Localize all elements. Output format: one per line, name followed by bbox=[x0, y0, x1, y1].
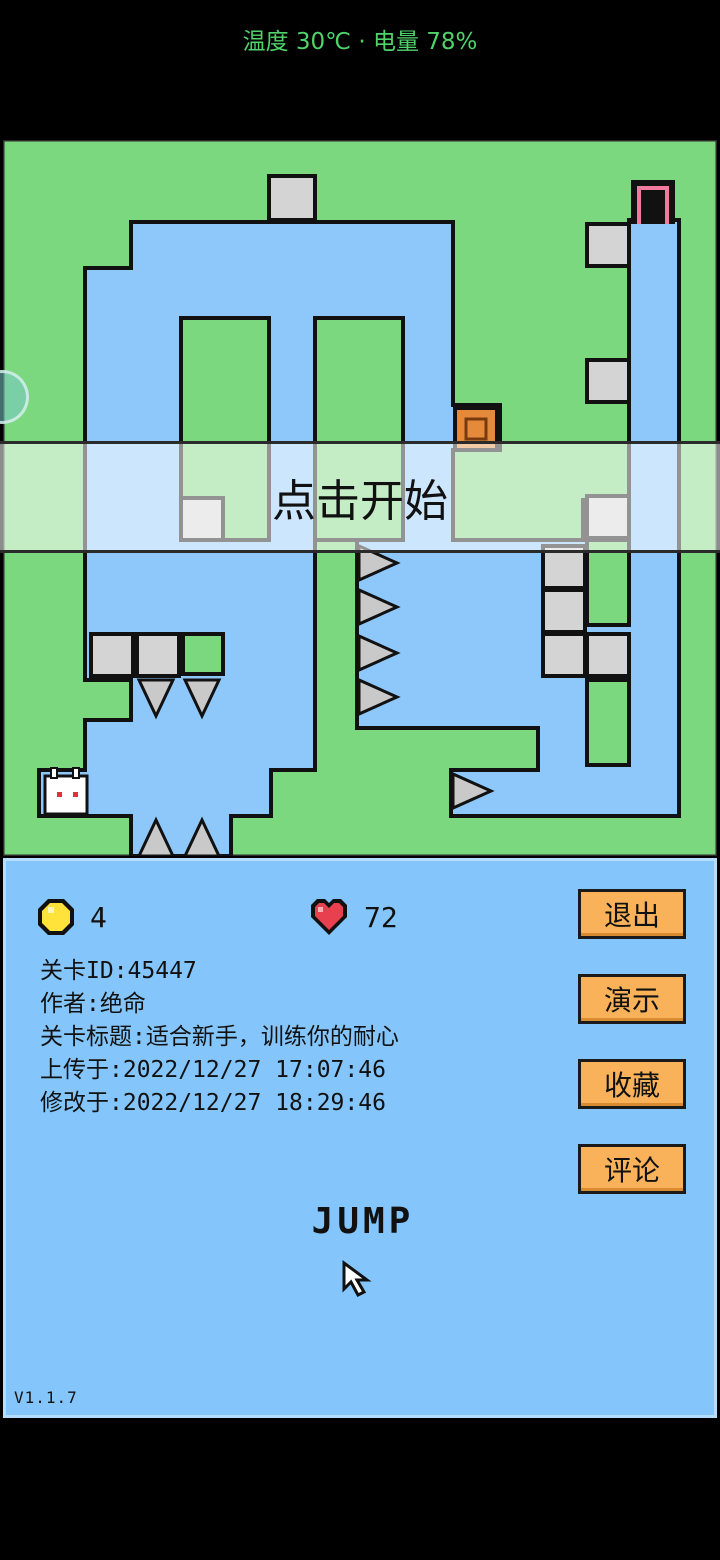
jump-button[interactable]: JUMP bbox=[6, 1201, 720, 1242]
comment-button[interactable]: 评论 bbox=[578, 1144, 686, 1194]
demo-button[interactable]: 演示 bbox=[578, 974, 686, 1024]
pointer-icon bbox=[342, 1260, 372, 1297]
grass-island bbox=[585, 678, 631, 767]
level-title: 关卡标题:适合新手，训练你的耐心 bbox=[40, 1024, 399, 1050]
grass-island bbox=[181, 632, 225, 676]
version-label: V1.1.7 bbox=[14, 1388, 78, 1407]
heart-icon bbox=[311, 899, 347, 935]
coin-icon bbox=[38, 899, 74, 935]
lives-stat: 72 bbox=[308, 897, 398, 937]
player-rabbit bbox=[43, 767, 89, 816]
coin-stat: 4 bbox=[36, 897, 107, 937]
level-id: 关卡ID:45447 bbox=[40, 958, 197, 984]
start-prompt[interactable]: 点击开始 bbox=[0, 441, 720, 553]
modify-time: 修改于:2022/12/27 18:29:46 bbox=[40, 1090, 386, 1116]
coin-count: 4 bbox=[90, 900, 107, 934]
exit-button[interactable]: 退出 bbox=[578, 889, 686, 939]
upload-time: 上传于:2022/12/27 17:07:46 bbox=[40, 1057, 386, 1083]
favorite-button[interactable]: 收藏 bbox=[578, 1059, 686, 1109]
status-bar: 温度 30℃ · 电量 78% bbox=[242, 29, 478, 55]
level-author: 作者:绝命 bbox=[40, 991, 146, 1017]
level-info: 关卡ID:45447 作者:绝命 关卡标题:适合新手，训练你的耐心 上传于:20… bbox=[40, 955, 399, 1120]
info-panel: 4 72 关卡ID:45447 作者:绝命 关卡标题:适合新手，训练你的耐心 上… bbox=[3, 858, 717, 1418]
lives-count: 72 bbox=[364, 900, 398, 934]
